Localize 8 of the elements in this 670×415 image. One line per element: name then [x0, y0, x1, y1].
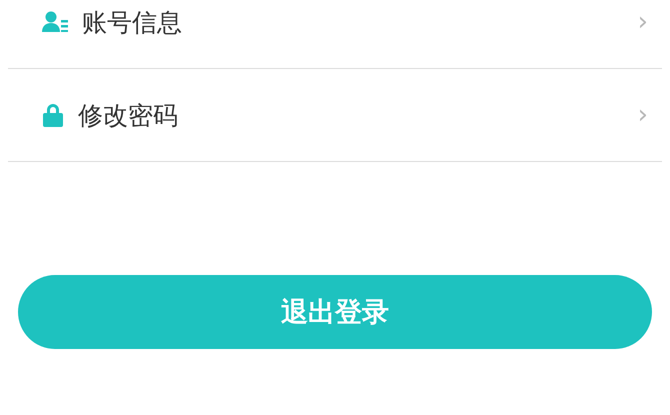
- menu-item[interactable]: 账号信息 ›: [8, 0, 662, 69]
- lock-icon: [42, 103, 64, 127]
- chevron-icon: ›: [638, 7, 648, 37]
- menu-label: 修改密码: [78, 100, 179, 132]
- chevron-icon: ›: [638, 100, 648, 130]
- menu-item[interactable]: 修改密码 ›: [8, 69, 662, 162]
- user-icon: [42, 11, 68, 33]
- menu-label: 账号信息: [82, 6, 183, 38]
